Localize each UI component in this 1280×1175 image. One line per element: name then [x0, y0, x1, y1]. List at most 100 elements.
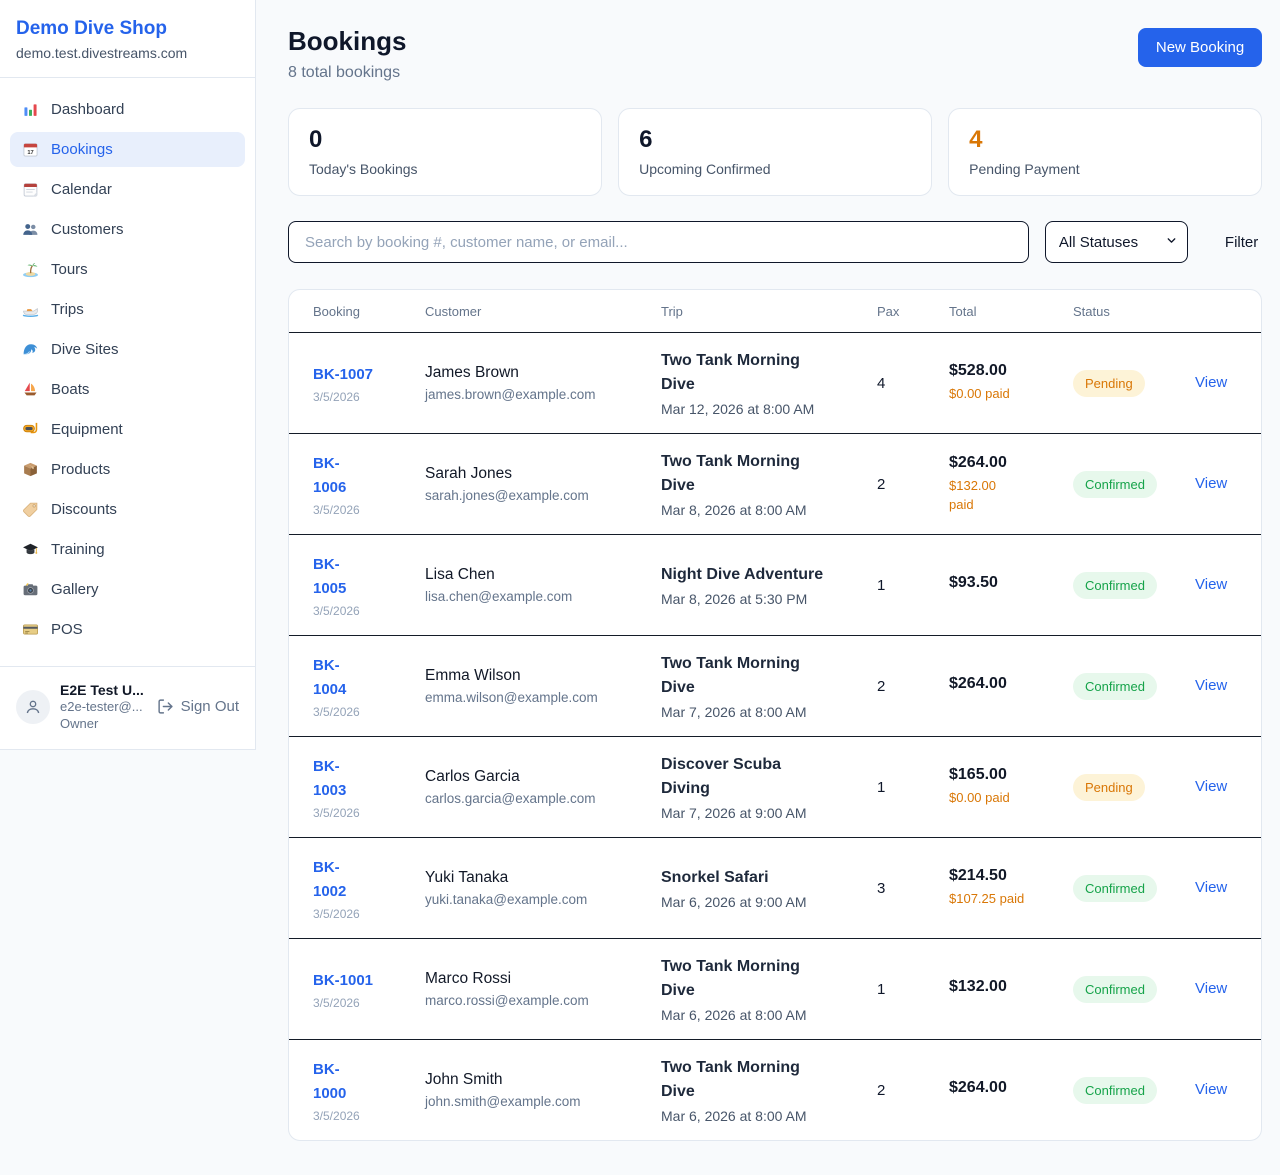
trip-name: Discover Scuba Diving: [661, 753, 867, 801]
user-icon: [24, 698, 42, 716]
total-amount: $528.00: [949, 362, 1063, 380]
sidebar-item-gallery[interactable]: Gallery: [10, 572, 245, 607]
wave-icon: [22, 341, 39, 358]
trip-name: Two Tank Morning Dive: [661, 955, 867, 1003]
customer-email: carlos.garcia@example.com: [425, 791, 651, 806]
col-header-booking: Booking: [313, 290, 425, 332]
stat-label: Upcoming Confirmed: [639, 161, 911, 177]
sidebar-item-products[interactable]: Products: [10, 452, 245, 487]
view-link[interactable]: View: [1195, 677, 1227, 694]
booking-id-link[interactable]: BK- 1000: [313, 1058, 415, 1106]
island-icon: [22, 261, 39, 278]
calendar-icon: 17: [22, 141, 39, 158]
dive-mask-icon: [22, 421, 39, 438]
user-info: E2E Test U... e2e-tester@... Owner: [60, 681, 147, 733]
table-row: BK-10013/5/2026 Marco Rossimarco.rossi@e…: [289, 939, 1261, 1040]
sidebar-item-boats[interactable]: Boats: [10, 372, 245, 407]
trip-name: Two Tank Morning Dive: [661, 652, 867, 700]
table-row: BK- 10003/5/2026 John Smithjohn.smith@ex…: [289, 1040, 1261, 1140]
customer-name: Sarah Jones: [425, 465, 651, 483]
sidebar-item-label: POS: [51, 621, 83, 638]
booking-id-link[interactable]: BK- 1002: [313, 856, 415, 904]
sidebar-item-dashboard[interactable]: Dashboard: [10, 92, 245, 127]
sidebar-item-discounts[interactable]: Discounts: [10, 492, 245, 527]
booking-id-link[interactable]: BK- 1006: [313, 452, 415, 500]
sidebar-item-tours[interactable]: Tours: [10, 252, 245, 287]
total-amount: $264.00: [949, 1079, 1063, 1097]
camera-icon: [22, 581, 39, 598]
view-link[interactable]: View: [1195, 879, 1227, 896]
status-select[interactable]: All Statuses: [1045, 221, 1188, 263]
view-link[interactable]: View: [1195, 1081, 1227, 1098]
sign-out-button[interactable]: Sign Out: [157, 698, 239, 715]
paid-amount: $0.00 paid: [949, 788, 1063, 808]
paid-amount: $0.00 paid: [949, 384, 1063, 404]
sidebar-item-customers[interactable]: Customers: [10, 212, 245, 247]
booking-id-link[interactable]: BK-1007: [313, 363, 415, 387]
booking-id-link[interactable]: BK- 1005: [313, 553, 415, 601]
sidebar-item-pos[interactable]: POS: [10, 612, 245, 647]
pax-count: 2: [877, 678, 949, 695]
customer-email: james.brown@example.com: [425, 387, 651, 402]
sidebar-item-label: Trips: [51, 301, 84, 318]
svg-text:17: 17: [27, 150, 33, 156]
sidebar-item-calendar[interactable]: Calendar: [10, 172, 245, 207]
total-amount: $264.00: [949, 675, 1063, 693]
bar-chart-icon: [22, 101, 39, 118]
table-row: BK- 10063/5/2026 Sarah Jonessarah.jones@…: [289, 434, 1261, 535]
trip-name: Two Tank Morning Dive: [661, 450, 867, 498]
customer-email: lisa.chen@example.com: [425, 589, 651, 604]
customer-name: Yuki Tanaka: [425, 869, 651, 887]
pax-count: 3: [877, 880, 949, 897]
view-link[interactable]: View: [1195, 778, 1227, 795]
customer-email: john.smith@example.com: [425, 1094, 651, 1109]
main-content: Bookings 8 total bookings New Booking 0 …: [256, 0, 1280, 1175]
table-row: BK- 10033/5/2026 Carlos Garciacarlos.gar…: [289, 737, 1261, 838]
view-link[interactable]: View: [1195, 374, 1227, 391]
booking-id-link[interactable]: BK- 1003: [313, 755, 415, 803]
stat-label: Pending Payment: [969, 161, 1241, 177]
user-name: E2E Test U...: [60, 681, 147, 699]
sidebar-item-dive-sites[interactable]: Dive Sites: [10, 332, 245, 367]
booking-id-link[interactable]: BK-1001: [313, 969, 415, 993]
view-link[interactable]: View: [1195, 980, 1227, 997]
search-input[interactable]: [288, 221, 1029, 263]
pax-count: 2: [877, 476, 949, 493]
view-link[interactable]: View: [1195, 576, 1227, 593]
paid-amount: $132.00 paid: [949, 476, 1063, 515]
pax-count: 1: [877, 779, 949, 796]
sidebar-item-training[interactable]: Training: [10, 532, 245, 567]
sidebar-item-label: Bookings: [51, 141, 113, 158]
status-badge: Confirmed: [1073, 976, 1157, 1003]
view-link[interactable]: View: [1195, 475, 1227, 492]
trip-date: Mar 7, 2026 at 8:00 AM: [661, 704, 867, 720]
bookings-table: Booking Customer Trip Pax Total Status B…: [288, 289, 1262, 1141]
booking-date: 3/5/2026: [313, 705, 415, 719]
trip-date: Mar 6, 2026 at 9:00 AM: [661, 894, 867, 910]
sidebar-item-label: Training: [51, 541, 105, 558]
user-role: Owner: [60, 716, 147, 733]
new-booking-button[interactable]: New Booking: [1138, 28, 1262, 67]
sidebar-item-label: Gallery: [51, 581, 99, 598]
booking-date: 3/5/2026: [313, 503, 415, 517]
sidebar: Demo Dive Shop demo.test.divestreams.com…: [0, 0, 256, 750]
total-amount: $214.50: [949, 867, 1063, 885]
calendar-pad-icon: [22, 181, 39, 198]
table-row: BK-10073/5/2026 James Brownjames.brown@e…: [289, 333, 1261, 434]
trip-date: Mar 12, 2026 at 8:00 AM: [661, 401, 867, 417]
sidebar-item-label: Equipment: [51, 421, 123, 438]
sidebar-item-bookings[interactable]: 17 Bookings: [10, 132, 245, 167]
pax-count: 4: [877, 375, 949, 392]
sidebar-item-label: Tours: [51, 261, 88, 278]
trip-name: Snorkel Safari: [661, 866, 867, 890]
pax-count: 1: [877, 577, 949, 594]
sidebar-item-trips[interactable]: Trips: [10, 292, 245, 327]
col-header-status: Status: [1073, 290, 1195, 332]
filter-button[interactable]: Filter: [1221, 234, 1262, 251]
customer-email: marco.rossi@example.com: [425, 993, 651, 1008]
user-email: e2e-tester@...: [60, 699, 147, 716]
pax-count: 1: [877, 981, 949, 998]
trip-name: Two Tank Morning Dive: [661, 349, 867, 397]
booking-id-link[interactable]: BK- 1004: [313, 654, 415, 702]
sidebar-item-equipment[interactable]: Equipment: [10, 412, 245, 447]
